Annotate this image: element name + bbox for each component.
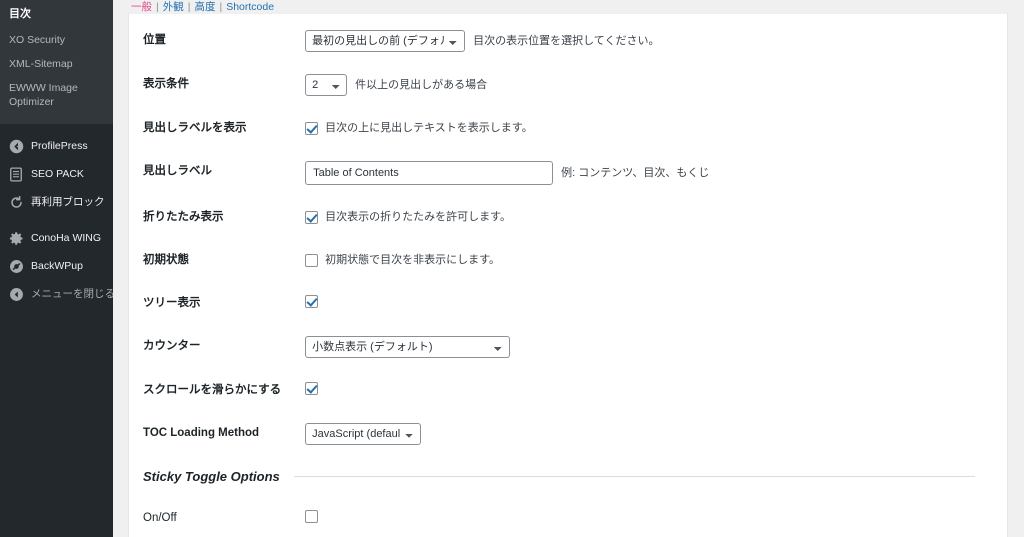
position-select[interactable]: 最初の見出しの前 (デフォルト) xyxy=(305,30,466,52)
label-collapse: 折りたたみ表示 xyxy=(143,210,224,223)
smooth-scroll-checkbox[interactable] xyxy=(305,381,319,395)
form-row-initial-state: 初期状態 初期状態で目次を非表示にします。 xyxy=(129,239,1007,282)
sidebar-item-seo-pack[interactable]: SEO PACK xyxy=(0,160,113,188)
form-row-sticky-on-off: On/Off xyxy=(129,497,1007,537)
initial-state-text: 初期状態で目次を非表示にします。 xyxy=(325,253,501,266)
collapse-arrow-icon xyxy=(8,286,24,302)
sidebar-item-xo-security[interactable]: XO Security xyxy=(0,28,113,52)
heading-label-hint: 例: コンテンツ、目次、もくじ xyxy=(561,166,710,179)
tab-separator: | xyxy=(219,1,223,13)
tab-separator: | xyxy=(187,1,191,13)
heading-label-input[interactable] xyxy=(305,160,554,185)
label-position: 位置 xyxy=(143,34,166,46)
sidebar-item-collapse-menu[interactable]: メニューを閉じる xyxy=(0,280,113,308)
gear-icon xyxy=(8,230,24,246)
label-smooth-scroll: スクロールを滑らかにする xyxy=(143,383,282,396)
settings-panel: 位置 最初の見出しの前 (デフォルト) 目次の表示位置を選択してください。 表示… xyxy=(128,14,1008,537)
label-show-heading-label: 見出しラベルを表示 xyxy=(143,122,247,134)
form-row-show-heading-label: 見出しラベルを表示 目次の上に見出しテキストを表示します。 xyxy=(129,107,1007,150)
sidebar-item-profilepress[interactable]: ProfilePress xyxy=(0,132,113,160)
label-counter: カウンター xyxy=(143,339,201,352)
document-list-icon xyxy=(8,166,24,182)
settings-tab-bar: 一般 | 外観 | 高度 | Shortcode xyxy=(130,0,275,14)
wordpress-admin-screen: 目次 XO Security XML-Sitemap EWWW Image Op… xyxy=(0,0,1024,537)
tab-separator: | xyxy=(156,1,159,13)
sticky-toggle-options-header: Sticky Toggle Options xyxy=(143,467,997,487)
collapse-checkbox[interactable] xyxy=(305,210,319,224)
sidebar-item-conoha-wing[interactable]: ConoHa WING xyxy=(0,224,113,252)
sidebar-item-xml-sitemap[interactable]: XML-Sitemap xyxy=(0,52,113,76)
form-row-counter: カウンター 小数点表示 (デフォルト) xyxy=(129,325,1007,369)
tab-shortcode[interactable]: Shortcode xyxy=(225,0,275,14)
display-condition-hint: 件以上の見出しがある場合 xyxy=(355,78,488,91)
display-condition-select[interactable]: 2 xyxy=(305,74,348,96)
label-heading-label: 見出しラベル xyxy=(143,164,212,177)
sidebar-item-label: SEO PACK xyxy=(31,168,84,180)
show-heading-label-checkbox[interactable] xyxy=(305,121,319,135)
label-initial-state: 初期状態 xyxy=(143,253,189,266)
position-hint: 目次の表示位置を選択してください。 xyxy=(473,34,660,47)
refresh-loop-icon xyxy=(8,194,24,210)
tab-advanced[interactable]: 高度 xyxy=(193,0,216,14)
profilepress-icon xyxy=(8,138,24,154)
tab-appearance[interactable]: 外観 xyxy=(162,0,185,14)
sidebar-item-label: ConoHa WING xyxy=(31,232,102,244)
sidebar-item-label: メニューを閉じる xyxy=(31,288,113,300)
label-toc-loading-method: TOC Loading Method xyxy=(143,426,260,439)
form-row-toc-loading-method: TOC Loading Method JavaScript (default) xyxy=(129,412,1007,456)
sidebar-item-ewww-image-optimizer[interactable]: EWWW Image Optimizer xyxy=(0,76,96,114)
form-row-collapse: 折りたたみ表示 目次表示の折りたたみを許可します。 xyxy=(129,196,1007,239)
form-row-heading-label: 見出しラベル 例: コンテンツ、目次、もくじ xyxy=(129,150,1007,196)
admin-sidebar: 目次 XO Security XML-Sitemap EWWW Image Op… xyxy=(0,0,113,537)
sidebar-item-label: 再利用ブロック xyxy=(31,196,105,208)
sidebar-item-label: ProfilePress xyxy=(31,140,88,152)
sidebar-divider xyxy=(0,124,113,132)
tab-general[interactable]: 一般 xyxy=(130,0,153,14)
counter-select[interactable]: 小数点表示 (デフォルト) xyxy=(305,335,511,358)
show-heading-label-text: 目次の上に見出しテキストを表示します。 xyxy=(325,122,533,134)
section-divider xyxy=(293,475,975,477)
label-sticky-on-off: On/Off xyxy=(143,512,177,525)
toc-loading-method-select[interactable]: JavaScript (default) xyxy=(305,422,422,445)
sidebar-item-reusable-blocks[interactable]: 再利用ブロック xyxy=(0,188,113,216)
form-row-position: 位置 最初の見出しの前 (デフォルト) 目次の表示位置を選択してください。 xyxy=(129,19,1007,63)
sidebar-item-backwpup[interactable]: BackWPup xyxy=(0,252,113,280)
tree-view-checkbox[interactable] xyxy=(305,294,319,308)
sidebar-item-label: BackWPup xyxy=(31,260,83,272)
form-row-display-condition: 表示条件 2 件以上の見出しがある場合 xyxy=(129,63,1007,107)
label-tree-view: ツリー表示 xyxy=(143,296,201,309)
initial-state-checkbox[interactable] xyxy=(305,253,319,267)
form-row-tree-view: ツリー表示 xyxy=(129,282,1007,325)
submenu-block: 目次 XO Security XML-Sitemap EWWW Image Op… xyxy=(0,0,113,124)
collapse-text: 目次表示の折りたたみを許可します。 xyxy=(325,210,512,223)
section-header-row: Sticky Toggle Options xyxy=(129,456,1007,498)
label-display-condition: 表示条件 xyxy=(143,78,189,90)
submenu-title: 目次 xyxy=(9,8,31,20)
settings-form-table: 位置 最初の見出しの前 (デフォルト) 目次の表示位置を選択してください。 表示… xyxy=(129,19,1007,537)
backup-circle-icon xyxy=(8,258,24,274)
main-content-area: 一般 | 外観 | 高度 | Shortcode 位置 最初の見出しの前 (デフ… xyxy=(113,0,1024,537)
section-title: Sticky Toggle Options xyxy=(143,468,280,484)
sticky-on-off-checkbox[interactable] xyxy=(305,510,319,524)
form-row-smooth-scroll: スクロールを滑らかにする xyxy=(129,369,1007,412)
sidebar-divider xyxy=(0,216,113,224)
